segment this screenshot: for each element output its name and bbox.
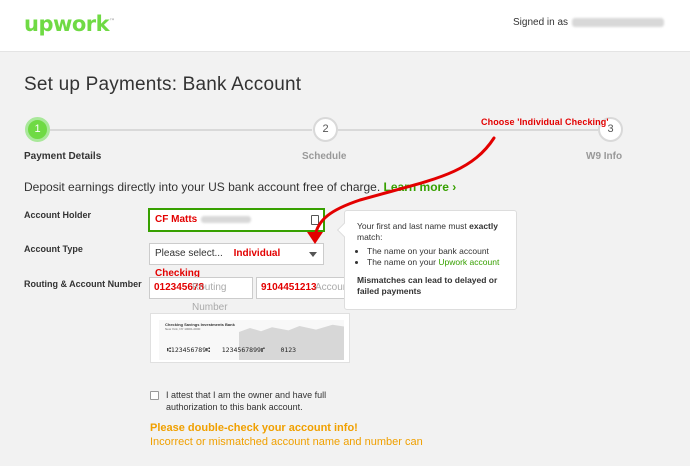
step-2-label: Schedule	[302, 151, 347, 162]
tooltip-line1: Your first and last name must	[357, 221, 467, 231]
attest-checkbox[interactable]	[150, 391, 159, 400]
step-connector-1	[50, 129, 312, 131]
account-holder-value: CF Matts	[155, 214, 198, 225]
check-micr-line: ⑆123456789⑆ 1234567899⑈ 0123	[167, 346, 297, 354]
routing-placeholder: Routing Number	[192, 282, 228, 313]
tooltip-line2: match:	[357, 232, 383, 243]
account-type-label: Account Type	[24, 244, 83, 254]
check-example-image: Checking Savings Investments Bank New Yo…	[150, 313, 350, 363]
signed-in-info[interactable]: Signed in as	[513, 17, 665, 28]
account-holder-input[interactable]: CF Matts	[149, 209, 324, 231]
page-title: Set up Payments: Bank Account	[24, 74, 302, 95]
routing-account-label: Routing & Account Number	[24, 279, 142, 289]
tooltip-bullet2-prefix: The name on your	[367, 257, 436, 268]
chevron-down-icon	[309, 252, 317, 257]
tooltip-intro: Your first and last name must exactly ma…	[357, 221, 504, 244]
tooltip-warning: Mismatches can lead to delayed or failed…	[357, 274, 498, 297]
tooltip-exactly: exactly	[469, 221, 498, 231]
account-holder-label: Account Holder	[24, 210, 92, 220]
name-match-tooltip: Your first and last name must exactly ma…	[336, 210, 517, 310]
attest-text: I attest that I am the owner and have fu…	[166, 390, 327, 413]
account-annotation: 9104451213	[261, 282, 317, 293]
blurred-surname	[201, 215, 252, 223]
tooltip-list: The name on your bank account The name o…	[367, 246, 504, 269]
account-type-value: Please select...	[155, 248, 223, 259]
contact-card-icon	[311, 215, 319, 225]
step-2-indicator: 2	[313, 117, 338, 142]
step-connector-2	[338, 129, 598, 131]
routing-number-input[interactable]: 012345678 Routing Number	[149, 277, 253, 313]
choose-annotation: Choose 'Individual Checking'	[481, 117, 609, 127]
warning-body: Incorrect or mismatched account name and…	[150, 436, 423, 448]
check-shading	[239, 324, 344, 360]
logo-trademark: ™	[109, 18, 115, 25]
signed-in-label: Signed in as	[513, 17, 569, 28]
check-graphic: Checking Savings Investments Bank New Yo…	[159, 320, 344, 360]
tooltip-bullet-upwork: The name on your Upwork account	[367, 257, 504, 268]
upwork-logo[interactable]: upwork™	[24, 12, 115, 36]
logo-text: upwork	[24, 12, 110, 36]
intro-text: Deposit earnings directly into your US b…	[24, 180, 456, 194]
tooltip-account-link[interactable]: account	[470, 257, 500, 267]
step-3-label: W9 Info	[586, 151, 623, 162]
warning-title: Please double-check your account info!	[150, 422, 358, 434]
tooltip-arrow	[336, 222, 352, 238]
step-1-label: Payment Details	[24, 151, 102, 162]
tooltip-upwork-link[interactable]: Upwork	[438, 257, 467, 267]
step-1-indicator: 1	[25, 117, 50, 142]
blurred-username	[572, 17, 665, 27]
tooltip-bullet-bank: The name on your bank account	[367, 246, 504, 257]
learn-more-link[interactable]: Learn more ›	[384, 180, 457, 194]
check-bank-address: New York, NY 10001-0000	[165, 327, 201, 331]
top-bar: upwork™ Signed in as	[0, 0, 690, 52]
intro-description: Deposit earnings directly into your US b…	[24, 180, 381, 194]
account-type-select[interactable]: Please select... Individual Checking	[149, 243, 324, 279]
